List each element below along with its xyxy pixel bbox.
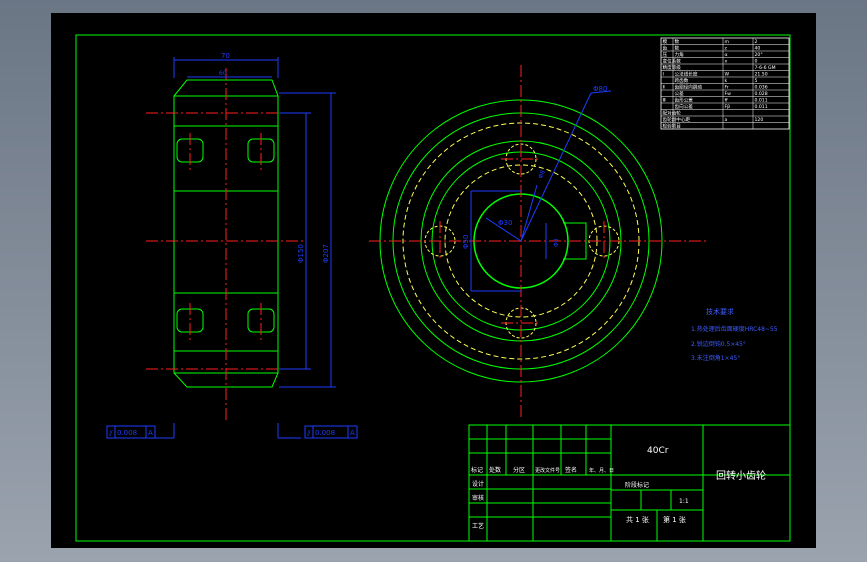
parameter-cell: x (725, 60, 728, 65)
title-change-doc-label: 更改文件号 (535, 467, 560, 474)
parameter-cell: 0.011 (755, 104, 768, 110)
tolerance-frame-right: ⫽ 0.008 A (304, 425, 358, 439)
parameter-cell: 配对齿轮 (663, 110, 682, 117)
parameter-cell: 跨齿数 (675, 77, 689, 84)
parameter-cell: 120 (755, 117, 764, 123)
front-dim-pcd: Φ50 (462, 235, 470, 249)
parameter-cell: 7-6-6 GM (755, 65, 776, 71)
parameter-cell: 齿轮副中心距 (663, 116, 691, 123)
side-dim-inner: 60 (219, 70, 227, 77)
tech-req-item-1: 1.热处理后齿面硬度HRC48~55 (691, 325, 778, 333)
parameter-cell: 公差 (675, 90, 685, 97)
parameter-cell: 压 (663, 52, 668, 58)
tolerance-frame-left: ⫽ 0.008 A (106, 425, 156, 439)
title-stage-label: 阶段标记 (625, 481, 649, 489)
parameter-cell: W (725, 72, 730, 78)
parameter-cell: Ⅱ (663, 85, 665, 91)
side-dim-outer: Φ207 (322, 244, 330, 263)
parameter-cell: α (725, 53, 728, 58)
parameter-cell: 检验项目 (663, 123, 681, 130)
parameter-cell: 0.036 (755, 85, 768, 91)
tolerance-value-left: 0.008 (117, 429, 137, 437)
parameter-cell: m (725, 40, 730, 45)
side-dim-bore: Φ150 (297, 244, 305, 263)
parameter-cell: 数 (675, 45, 680, 52)
parameter-cell: 21.50 (755, 72, 768, 78)
parameter-cell: 力角 (675, 51, 685, 58)
parameter-cell: 2 (755, 39, 758, 45)
tolerance-datum-left: A (148, 429, 153, 437)
title-marks-label: 标记 (471, 466, 483, 474)
front-dim-bore: Φ30 (498, 219, 512, 227)
drawing-canvas: 70 60 Φ150 Φ207 ⫽ 0.008 A ⫽ 0.008 A Φ80 … (75, 34, 791, 542)
title-check-label: 审核 (472, 494, 484, 502)
parameter-cell: 模 (663, 38, 668, 45)
parameter-cell: 5 (755, 78, 758, 84)
tech-req-item-3: 3.未注倒角1×45° (691, 354, 740, 362)
parameter-cell: 数 (675, 38, 680, 45)
parameter-cell: Ⅲ (663, 98, 666, 104)
title-process-label: 工艺 (472, 522, 484, 530)
tech-req-title: 技术要求 (706, 307, 734, 316)
parameter-cell: Ⅰ (663, 72, 664, 78)
parameter-cell: 0 (755, 59, 758, 65)
parameter-cell: 0.011 (755, 98, 768, 104)
title-sheet-no: 第 1 张 (663, 515, 686, 524)
parameter-table: 模数 m 2齿数 z 40压 力角 α 20°变位系数 x 0精度等级 7-6-6 GMⅠ 公法线长度… (660, 37, 790, 130)
svg-text:⫽: ⫽ (306, 429, 311, 438)
title-design-label: 设计 (472, 480, 484, 488)
title-sign-label: 签名 (565, 466, 577, 474)
parameter-cell: a (725, 118, 728, 123)
side-dimensions (151, 57, 336, 439)
parameter-cell: 齿形公差 (675, 97, 694, 104)
parameter-cell: k (725, 78, 728, 84)
front-center-lines (369, 65, 706, 418)
parameter-cell: 0.028 (755, 91, 768, 97)
title-scale-label: 1:1 (679, 498, 689, 505)
side-center-lines (146, 68, 306, 423)
parameter-cell: Fw (725, 91, 732, 97)
title-sheet-total: 共 1 张 (626, 515, 649, 524)
front-dim-hole: Φ8 (537, 169, 547, 180)
parameter-cell: 变位系数 (663, 58, 682, 65)
title-zone-label: 分区 (513, 466, 525, 474)
front-dimensions (470, 90, 612, 292)
title-material: 40Cr (647, 446, 669, 456)
parameter-cell: 齿圈径向跳动 (675, 84, 703, 91)
title-date-label: 年、月、日 (589, 467, 614, 474)
tech-req-item-2: 2.锐边倒钝0.5×45° (691, 340, 746, 348)
front-dim-key: Φ8 (553, 238, 560, 247)
parameter-cell: 齿 (663, 46, 668, 52)
parameter-cell: Fβ (725, 104, 731, 110)
parameter-cell: 20° (755, 52, 763, 58)
parameter-cell: 精度等级 (663, 64, 682, 71)
side-dim-width: 70 (221, 52, 230, 60)
svg-text:⫽: ⫽ (108, 429, 113, 438)
front-dim-outer: Φ80 (593, 85, 607, 93)
parameter-cell: 齿向公差 (675, 103, 694, 110)
parameter-cell: 公法线长度 (675, 71, 698, 78)
parameter-cell: 40 (755, 46, 761, 52)
parameter-cell: Fr (725, 85, 729, 91)
title-drawing-name: 回转小齿轮 (716, 469, 766, 482)
cad-viewport[interactable]: 70 60 Φ150 Φ207 ⫽ 0.008 A ⫽ 0.008 A Φ80 … (51, 13, 816, 548)
title-count-label: 处数 (489, 466, 501, 474)
tolerance-value-right: 0.008 (315, 429, 335, 437)
tolerance-datum-right: A (350, 429, 355, 437)
